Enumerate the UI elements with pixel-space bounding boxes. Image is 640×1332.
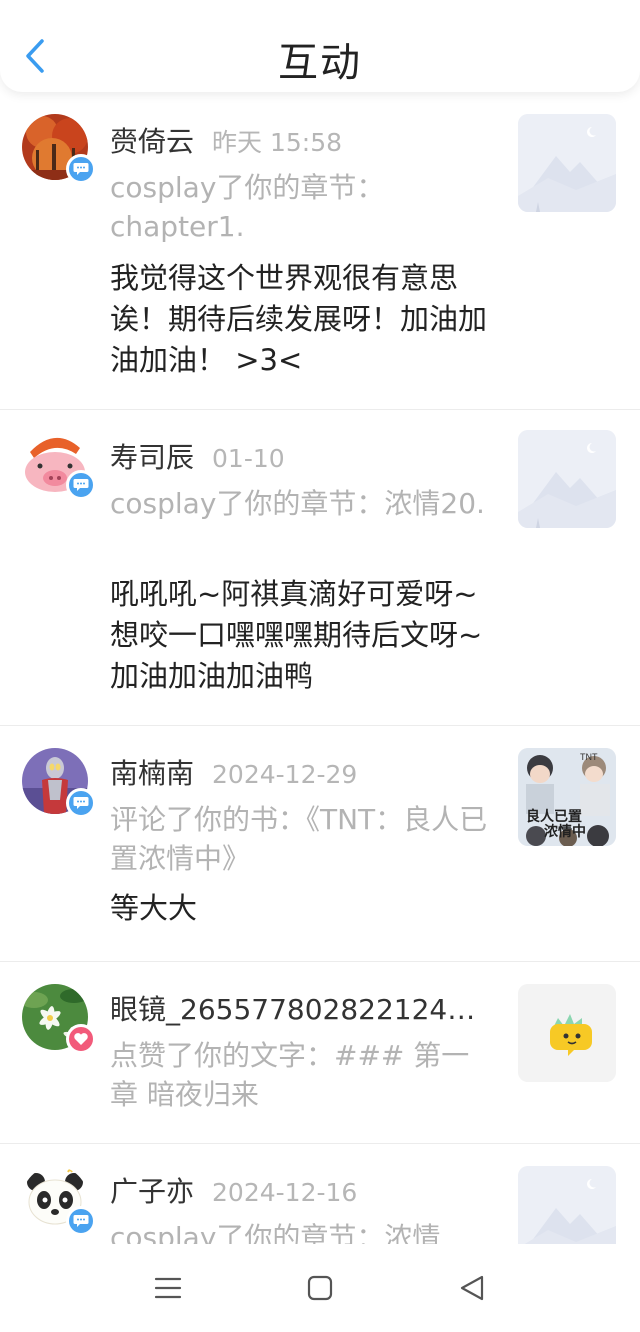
list-item[interactable]: 赍倚云 昨天 15:58 cosplay了你的章节：chapter1. 我觉得这个…: [0, 94, 640, 410]
interaction-list[interactable]: 赍倚云 昨天 15:58 cosplay了你的章节：chapter1. 我觉得这个…: [0, 94, 640, 1244]
timestamp: 2024-12-16: [212, 1178, 358, 1207]
comment-badge: [66, 470, 96, 500]
comment-text: 等大大: [110, 891, 198, 925]
mountain-placeholder-image: [518, 114, 616, 212]
comment-text: 吼吼吼~阿祺真滴好可爱呀~想咬一口嘿嘿嘿期待后文呀~加油加油加油鸭: [110, 577, 483, 693]
comment-text: 我觉得这个世界观很有意思诶！期待后续发展呀！加油加油加油！ >3<: [110, 261, 488, 377]
system-back-button[interactable]: [448, 1266, 496, 1310]
svg-text:浓情中: 浓情中: [544, 823, 586, 840]
mountain-placeholder-image: [518, 430, 616, 528]
top-bar: 互动: [0, 0, 640, 92]
system-nav-bar: [0, 1244, 640, 1332]
thumbnail[interactable]: [518, 984, 616, 1082]
menu-button[interactable]: [144, 1266, 192, 1310]
home-button[interactable]: [296, 1266, 344, 1310]
back-triangle-icon: [460, 1275, 484, 1301]
svg-text:良人已置: 良人已置: [526, 808, 582, 825]
user-name[interactable]: 眼镜_26557780282212416…: [110, 988, 482, 1028]
comment-icon: [73, 1215, 89, 1227]
comment-badge: [66, 788, 96, 818]
book-cover-image: TNT 良人已置 浓情中: [518, 748, 616, 846]
comment-icon: [73, 479, 89, 491]
mountain-placeholder-image: [518, 1166, 616, 1244]
action-text: 评论了你的书：《TNT：良人已置浓情中》: [110, 803, 488, 875]
list-item[interactable]: 寿司辰 01-10 cosplay了你的章节：浓情20. 吼吼吼~阿祺真滴好可爱呀…: [0, 410, 640, 726]
svg-text:TNT: TNT: [580, 752, 598, 762]
thumbnail[interactable]: TNT 良人已置 浓情中: [518, 748, 616, 846]
comment-badge: [66, 154, 96, 184]
emoji-sticker-image: [518, 984, 616, 1082]
page-title: 互动: [278, 40, 362, 86]
timestamp: 2024-12-29: [212, 760, 358, 789]
user-name[interactable]: 寿司辰 01-10: [110, 436, 285, 476]
list-item[interactable]: 南楠南 2024-12-29 评论了你的书：《TNT：良人已置浓情中》 等大大 T…: [0, 726, 640, 962]
user-name[interactable]: 南楠南 2024-12-29: [110, 752, 357, 792]
thumbnail[interactable]: [518, 430, 616, 528]
action-text: cosplay了你的章节：浓情: [110, 1221, 441, 1244]
timestamp: 昨天 15:58: [212, 128, 343, 157]
menu-icon: [154, 1277, 182, 1299]
timestamp: 01-10: [212, 444, 285, 473]
action-text: cosplay了你的章节：chapter1.: [110, 171, 385, 243]
thumbnail[interactable]: [518, 114, 616, 212]
user-name[interactable]: 广子亦 2024-12-16: [110, 1170, 357, 1210]
action-text: 点赞了你的文字：### 第一章 暗夜归来: [110, 1039, 470, 1111]
heart-icon: [74, 1033, 88, 1045]
action-text: cosplay了你的章节：浓情20.: [110, 487, 485, 520]
comment-badge: [66, 1206, 96, 1236]
list-item[interactable]: 眼镜_26557780282212416… 点赞了你的文字：### 第一章 暗夜…: [0, 962, 640, 1144]
user-name[interactable]: 赍倚云 昨天 15:58: [110, 120, 342, 160]
comment-icon: [73, 163, 89, 175]
list-item[interactable]: 广子亦 2024-12-16 cosplay了你的章节：浓情: [0, 1144, 640, 1244]
thumbnail[interactable]: [518, 1166, 616, 1244]
comment-icon: [73, 797, 89, 809]
home-square-icon: [307, 1275, 333, 1301]
like-badge: [66, 1024, 96, 1054]
